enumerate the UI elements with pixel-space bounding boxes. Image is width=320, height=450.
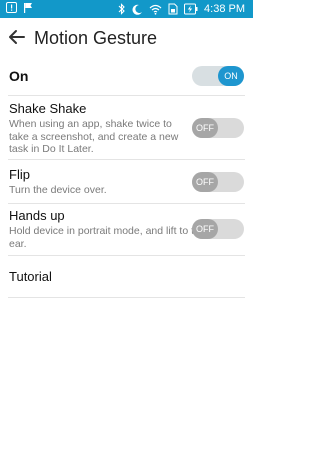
hands-up-toggle[interactable]: OFF	[192, 219, 244, 239]
setting-title: Flip	[9, 167, 30, 182]
back-arrow-icon[interactable]	[6, 26, 28, 48]
status-bar-left	[6, 2, 33, 13]
sim-icon	[168, 3, 178, 15]
toggle-state-label: OFF	[192, 172, 218, 192]
shake-shake-toggle[interactable]: OFF	[192, 118, 244, 138]
wifi-icon	[149, 4, 162, 15]
master-switch-row[interactable]: On ON	[0, 58, 253, 94]
toggle-state-label: OFF	[192, 118, 218, 138]
setting-flip[interactable]: Flip Turn the device over. OFF	[0, 160, 253, 203]
page-title: Motion Gesture	[34, 28, 158, 48]
tutorial-link[interactable]: Tutorial	[9, 269, 52, 284]
setting-shake-shake[interactable]: Shake Shake When using an app, shake twi…	[0, 96, 253, 159]
master-switch-toggle[interactable]: ON	[192, 66, 244, 86]
setting-title: Hands up	[9, 208, 65, 223]
toggle-state-label: ON	[218, 66, 244, 86]
app-bar: Motion Gesture	[0, 18, 253, 58]
setting-hands-up[interactable]: Hands up Hold device in portrait mode, a…	[0, 204, 253, 255]
battery-charging-icon	[184, 3, 198, 15]
warning-icon	[6, 2, 17, 13]
moon-icon	[132, 4, 143, 15]
flip-toggle[interactable]: OFF	[192, 172, 244, 192]
flag-icon	[24, 3, 32, 13]
setting-description: When using an app, shake twice to take a…	[9, 118, 179, 155]
status-time: 4:38 PM	[204, 3, 245, 15]
toggle-state-label: OFF	[192, 219, 218, 239]
master-switch-label: On	[9, 68, 29, 84]
bluetooth-icon	[118, 3, 125, 15]
divider	[8, 297, 245, 298]
setting-title: Shake Shake	[9, 101, 87, 116]
status-bar: 4:38 PM	[0, 0, 253, 18]
status-bar-right: 4:38 PM	[118, 2, 245, 16]
divider	[8, 255, 245, 256]
setting-description: Turn the device over.	[9, 184, 107, 196]
